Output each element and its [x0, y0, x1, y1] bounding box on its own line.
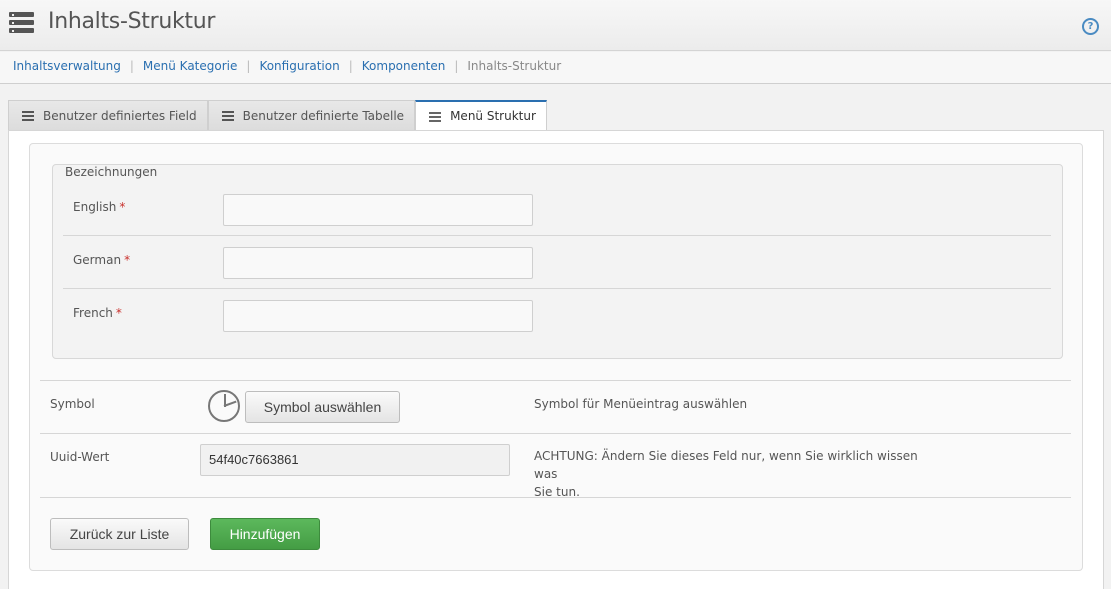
- breadcrumb-current: Inhalts-Struktur: [467, 59, 562, 73]
- tab-label: Benutzer definiertes Field: [43, 108, 197, 123]
- symbol-label: Symbol: [50, 397, 95, 411]
- clock-icon: [208, 390, 240, 422]
- field-row-english: English *: [63, 183, 1051, 236]
- divider: [40, 433, 1071, 434]
- tab-panel: English * German * French * Bezeichnungen S…: [8, 130, 1104, 589]
- field-label-english: English *: [73, 200, 126, 214]
- breadcrumb-link-konfiguration[interactable]: Konfiguration: [259, 59, 339, 73]
- list-icon: [22, 111, 34, 121]
- tab-label: Menü Struktur: [450, 109, 536, 123]
- breadcrumb-link-inhaltsverwaltung[interactable]: Inhaltsverwaltung: [13, 59, 121, 73]
- breadcrumb-link-menu-kategorie[interactable]: Menü Kategorie: [143, 59, 237, 73]
- field-label-german: German *: [73, 253, 131, 267]
- french-input[interactable]: [223, 300, 533, 332]
- list-icon: [221, 111, 234, 121]
- divider: [40, 380, 1071, 381]
- page-title: Inhalts-Struktur: [48, 9, 216, 34]
- required-mark: *: [124, 253, 131, 267]
- back-to-list-button[interactable]: Zurück zur Liste: [50, 518, 189, 550]
- uuid-input[interactable]: 54f40c7663861: [200, 444, 510, 476]
- uuid-help-line: ACHTUNG: Ändern Sie dieses Feld nur, wen…: [534, 449, 918, 481]
- uuid-label: Uuid-Wert: [50, 450, 110, 464]
- tab-bar: Benutzer definiertes Field Benutzer defi…: [8, 100, 547, 131]
- field-row-german: German *: [63, 236, 1051, 289]
- breadcrumb: Inhaltsverwaltung | Menü Kategorie | Konfigu…: [0, 52, 1111, 84]
- breadcrumb-separator: |: [348, 59, 353, 73]
- help-icon[interactable]: ?: [1082, 18, 1099, 35]
- tab-label: Benutzer definierte Tabelle: [242, 108, 405, 123]
- breadcrumb-link-komponenten[interactable]: Komponenten: [362, 59, 446, 73]
- server-list-icon: [9, 12, 34, 34]
- fieldset-legend: Bezeichnungen: [62, 165, 161, 179]
- required-mark: *: [119, 200, 126, 214]
- page-header: Inhalts-Struktur ?: [0, 0, 1111, 51]
- divider: [40, 497, 1071, 498]
- add-button[interactable]: Hinzufügen: [210, 518, 320, 550]
- required-mark: *: [115, 306, 122, 320]
- breadcrumb-separator: |: [129, 59, 134, 73]
- symbol-help-text: Symbol für Menüeintrag auswählen: [534, 397, 748, 411]
- tab-menu-struktur[interactable]: Menü Struktur: [415, 100, 547, 131]
- breadcrumb-separator: |: [246, 59, 251, 73]
- english-input[interactable]: [223, 194, 533, 226]
- menu-icon: [429, 111, 442, 122]
- field-label-french: French *: [73, 306, 122, 320]
- german-input[interactable]: [223, 247, 533, 279]
- menu-structure-form: English * German * French * Bezeichnungen S…: [29, 143, 1083, 571]
- select-symbol-button[interactable]: Symbol auswählen: [245, 391, 400, 423]
- tab-benutzer-definierte-tabelle[interactable]: Benutzer definierte Tabelle: [207, 100, 416, 131]
- uuid-help-text: ACHTUNG: Ändern Sie dieses Feld nur, wen…: [534, 447, 934, 501]
- tab-benutzer-definiertes-field[interactable]: Benutzer definiertes Field: [8, 100, 208, 131]
- labels-fieldset: English * German * French *: [52, 164, 1063, 359]
- field-row-french: French *: [63, 289, 1051, 342]
- breadcrumb-separator: |: [454, 59, 459, 73]
